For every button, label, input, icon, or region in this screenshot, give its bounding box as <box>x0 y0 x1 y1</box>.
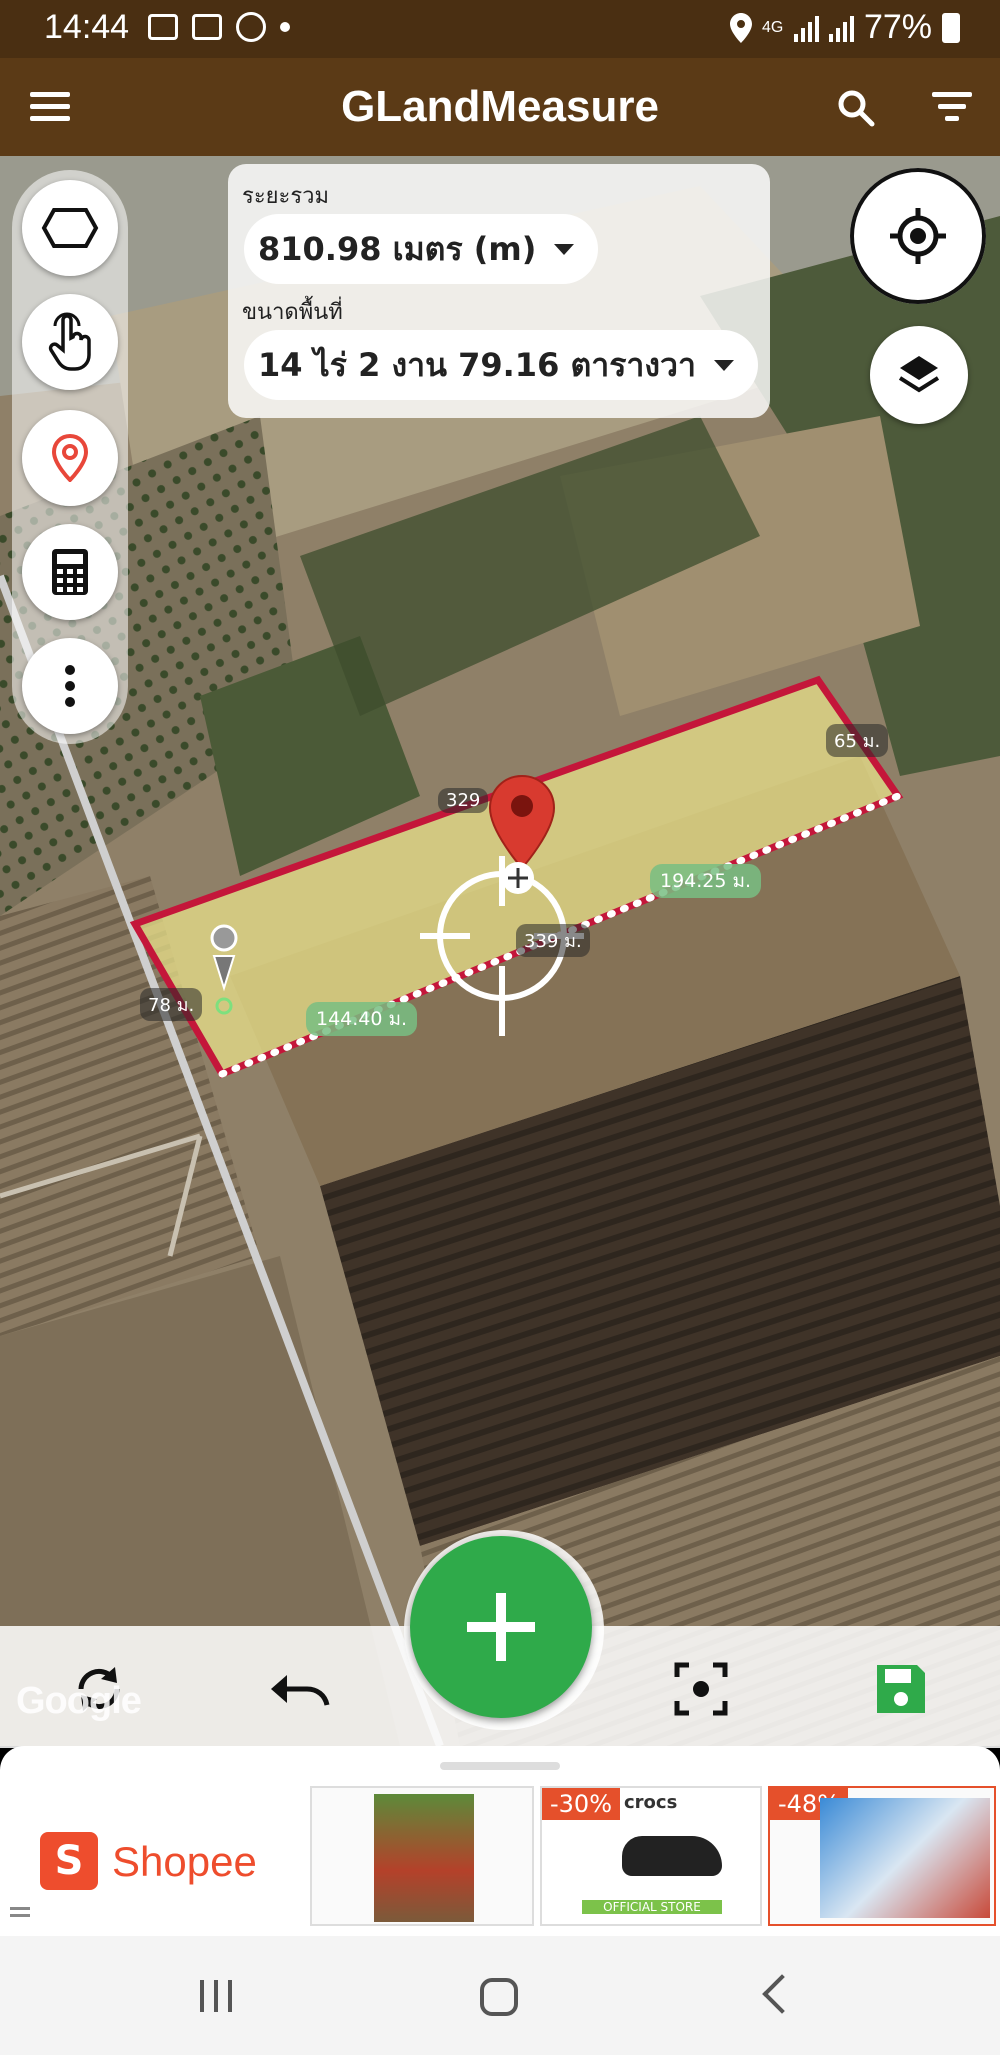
network-type: 4G <box>761 18 784 36</box>
battery-percent: 77% <box>863 8 932 46</box>
ad-menu-icon <box>10 1914 30 1917</box>
measurement-info-panel: ระยะรวม 810.98 เมตร (m) ขนาดพื้นที่ 14 ไ… <box>228 164 770 418</box>
signal-icon-1 <box>793 14 819 42</box>
chevron-down-icon <box>713 359 734 371</box>
status-time: 14:44 <box>44 8 130 46</box>
gps-target-icon <box>890 208 946 264</box>
status-right: 4G 77% <box>729 8 960 47</box>
status-bar: 14:44 4G 77% <box>0 0 1000 58</box>
calculator-tool-button[interactable] <box>22 524 118 620</box>
polygon-tool-button[interactable] <box>22 180 118 276</box>
shopee-logo-icon: S <box>40 1832 98 1890</box>
shoe-product-image <box>622 1836 722 1876</box>
home-button[interactable] <box>480 1978 518 2016</box>
undo-icon <box>271 1675 330 1706</box>
area-size-label: ขนาดพื้นที่ <box>242 300 343 325</box>
more-vertical-icon <box>65 665 75 707</box>
app-notification-icon <box>236 12 266 42</box>
total-distance-label: ระยะรวม <box>242 184 330 209</box>
vertex-marker-label: 329 <box>438 788 489 813</box>
search-icon[interactable] <box>836 88 876 128</box>
app-bar: GLandMeasure <box>0 58 1000 156</box>
filter-icon[interactable] <box>930 92 974 122</box>
signal-icon-2 <box>828 14 854 42</box>
distance-unit-dropdown[interactable]: 810.98 เมตร (m) <box>244 214 599 284</box>
product-ad-plant[interactable] <box>310 1786 534 1926</box>
total-distance-value: 810.98 เมตร (m) <box>258 229 537 268</box>
voicemail-icon <box>148 14 178 40</box>
layers-icon <box>898 356 940 393</box>
touch-icon <box>48 312 91 371</box>
tool-column <box>12 170 128 744</box>
save-button[interactable] <box>866 1654 936 1724</box>
my-location-button[interactable] <box>850 168 986 304</box>
segment-length-label: 194.25 ม. <box>650 864 762 898</box>
more-tool-button[interactable] <box>22 638 118 734</box>
focus-button[interactable] <box>666 1654 736 1724</box>
area-size-value: 14 ไร่ 2 งาน 79.16 ตารางวา <box>258 345 696 384</box>
discount-badge: -30% <box>542 1788 621 1820</box>
recent-apps-button[interactable] <box>200 1980 232 2012</box>
location-status-icon <box>729 12 752 43</box>
undo-button[interactable] <box>264 1654 334 1724</box>
add-icon <box>467 1593 535 1661</box>
kitchen-product-image <box>820 1798 990 1918</box>
battery-icon <box>942 12 960 43</box>
more-notifications-dot-icon <box>280 22 290 32</box>
add-point-button[interactable] <box>410 1536 592 1718</box>
save-icon <box>877 1665 925 1713</box>
sheet-handle[interactable] <box>440 1762 560 1770</box>
polygon-icon <box>41 208 99 248</box>
map-layers-button[interactable] <box>870 326 968 424</box>
focus-icon <box>674 1662 728 1716</box>
calculator-icon <box>52 549 88 595</box>
google-attribution: Google <box>16 1680 142 1722</box>
chevron-down-icon <box>554 243 575 255</box>
shopee-ad[interactable]: S Shopee <box>2 1786 306 1926</box>
plant-product-image <box>374 1794 474 1922</box>
area-unit-dropdown[interactable]: 14 ไร่ 2 งาน 79.16 ตารางวา <box>244 330 758 400</box>
crocs-brand: crocs <box>624 1792 678 1813</box>
shopee-ad-text: Shopee <box>112 1838 257 1885</box>
side-length-label: 65 ม. <box>826 724 889 757</box>
product-ad-crocs[interactable]: -30% crocs OFFICIAL STORE <box>540 1786 762 1926</box>
product-ad-kitchen[interactable]: -48% <box>768 1786 996 1926</box>
back-button[interactable] <box>762 1974 802 2014</box>
segment-length-label: 144.40 ม. <box>306 1002 418 1036</box>
status-notification-icons <box>148 12 290 42</box>
ad-sheet: S Shopee -30% crocs OFFICIAL STORE -48% <box>0 1746 1000 1936</box>
gallery-icon <box>192 14 222 40</box>
vertex-marker-label: 339 ม. <box>516 924 590 957</box>
location-pin-icon <box>52 434 88 482</box>
touch-tool-button[interactable] <box>22 294 118 390</box>
official-store-tag: OFFICIAL STORE <box>582 1900 722 1914</box>
side-length-label: 78 ม. <box>140 988 203 1021</box>
pin-tool-button[interactable] <box>22 410 118 506</box>
system-nav-bar <box>0 1936 1000 2055</box>
